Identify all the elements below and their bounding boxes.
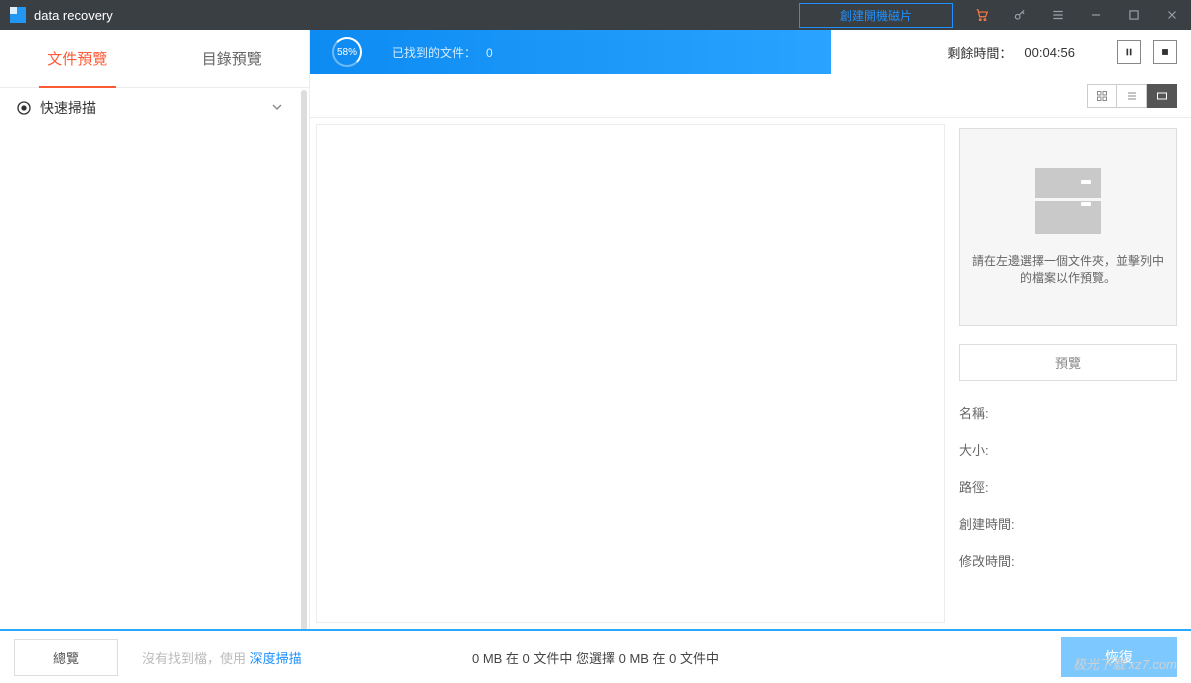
progress-found-count: 0 xyxy=(486,46,493,60)
sidebar: 文件預覽 目錄預覽 快速掃描 xyxy=(0,30,310,629)
app-logo-wrap: data recovery xyxy=(0,7,113,23)
meta-name: 名稱: xyxy=(959,403,1177,422)
meta-mtime: 修改時間: xyxy=(959,551,1177,570)
progress-row: 58% 已找到的文件： 0 剩餘時間： 00:04:56 xyxy=(310,30,1191,74)
window-minimize-button[interactable] xyxy=(1077,0,1115,30)
progress-status: 剩餘時間： 00:04:56 xyxy=(831,30,1191,74)
preview-panel: 請在左邊選擇一個文件夾，並擊列中的檔案以作預覽。 預覽 名稱: 大小: 路徑: … xyxy=(945,118,1191,629)
panes: 請在左邊選擇一個文件夾，並擊列中的檔案以作預覽。 預覽 名稱: 大小: 路徑: … xyxy=(310,118,1191,629)
sidebar-tree: 快速掃描 xyxy=(0,88,309,629)
cart-icon[interactable] xyxy=(963,0,1001,30)
remaining-value: 00:04:56 xyxy=(1024,45,1075,60)
hint-prefix: 沒有找到檔，使用 xyxy=(142,651,250,666)
preview-placeholder-text: 請在左邊選擇一個文件夾，並擊列中的檔案以作預覽。 xyxy=(972,252,1164,286)
window-maximize-button[interactable] xyxy=(1115,0,1153,30)
footer: 總覽 沒有找到檔，使用 深度掃描 0 MB 在 0 文件中 您選擇 0 MB 在… xyxy=(0,629,1191,683)
pause-button[interactable] xyxy=(1117,40,1141,64)
tree-item-quick-scan[interactable]: 快速掃描 xyxy=(0,88,309,128)
view-toggle-row xyxy=(310,74,1191,118)
app-title: data recovery xyxy=(34,8,113,23)
selection-stats: 0 MB 在 0 文件中 您選擇 0 MB 在 0 文件中 xyxy=(472,648,719,667)
main: 文件預覽 目錄預覽 快速掃描 58% 已找到的文件： 0 xyxy=(0,30,1191,629)
sidebar-scrollbar[interactable] xyxy=(301,90,307,631)
progress-percent: 58% xyxy=(337,47,357,58)
progress-bar: 58% 已找到的文件： 0 xyxy=(310,30,831,74)
titlebar: data recovery 創建開機磁片 xyxy=(0,0,1191,30)
chevron-down-icon xyxy=(269,99,293,118)
window-close-button[interactable] xyxy=(1153,0,1191,30)
view-list-button[interactable] xyxy=(1117,84,1147,108)
key-icon[interactable] xyxy=(1001,0,1039,30)
center-panel: 58% 已找到的文件： 0 剩餘時間： 00:04:56 xyxy=(310,30,1191,629)
remaining-label: 剩餘時間： xyxy=(947,43,1012,62)
meta-path: 路徑: xyxy=(959,477,1177,496)
overview-button[interactable]: 總覽 xyxy=(14,639,118,676)
create-boot-disk-button[interactable]: 創建開機磁片 xyxy=(799,3,953,28)
progress-found-label: 已找到的文件： xyxy=(392,46,476,60)
stop-button[interactable] xyxy=(1153,40,1177,64)
tree-item-label: 快速掃描 xyxy=(40,98,96,118)
meta-size: 大小: xyxy=(959,440,1177,459)
drive-icon xyxy=(1035,168,1101,234)
target-icon xyxy=(16,100,32,116)
deep-scan-link[interactable]: 深度掃描 xyxy=(250,651,302,666)
menu-icon[interactable] xyxy=(1039,0,1077,30)
progress-found-text: 已找到的文件： 0 xyxy=(392,44,493,61)
file-meta: 名稱: 大小: 路徑: 創建時間: 修改時間: xyxy=(959,403,1177,570)
app-logo-icon xyxy=(10,7,26,23)
tab-dir-preview[interactable]: 目錄預覽 xyxy=(155,30,310,87)
sidebar-tabs: 文件預覽 目錄預覽 xyxy=(0,30,309,88)
preview-button[interactable]: 預覽 xyxy=(959,344,1177,381)
preview-placeholder-box: 請在左邊選擇一個文件夾，並擊列中的檔案以作預覽。 xyxy=(959,128,1177,326)
file-list[interactable] xyxy=(316,124,945,623)
view-grid-button[interactable] xyxy=(1087,84,1117,108)
meta-ctime: 創建時間: xyxy=(959,514,1177,533)
progress-circle: 58% xyxy=(332,37,362,67)
view-detail-button[interactable] xyxy=(1147,84,1177,108)
deep-scan-hint: 沒有找到檔，使用 深度掃描 xyxy=(142,648,302,667)
recover-button[interactable]: 恢復 xyxy=(1061,637,1177,677)
tab-file-preview[interactable]: 文件預覽 xyxy=(0,30,155,87)
